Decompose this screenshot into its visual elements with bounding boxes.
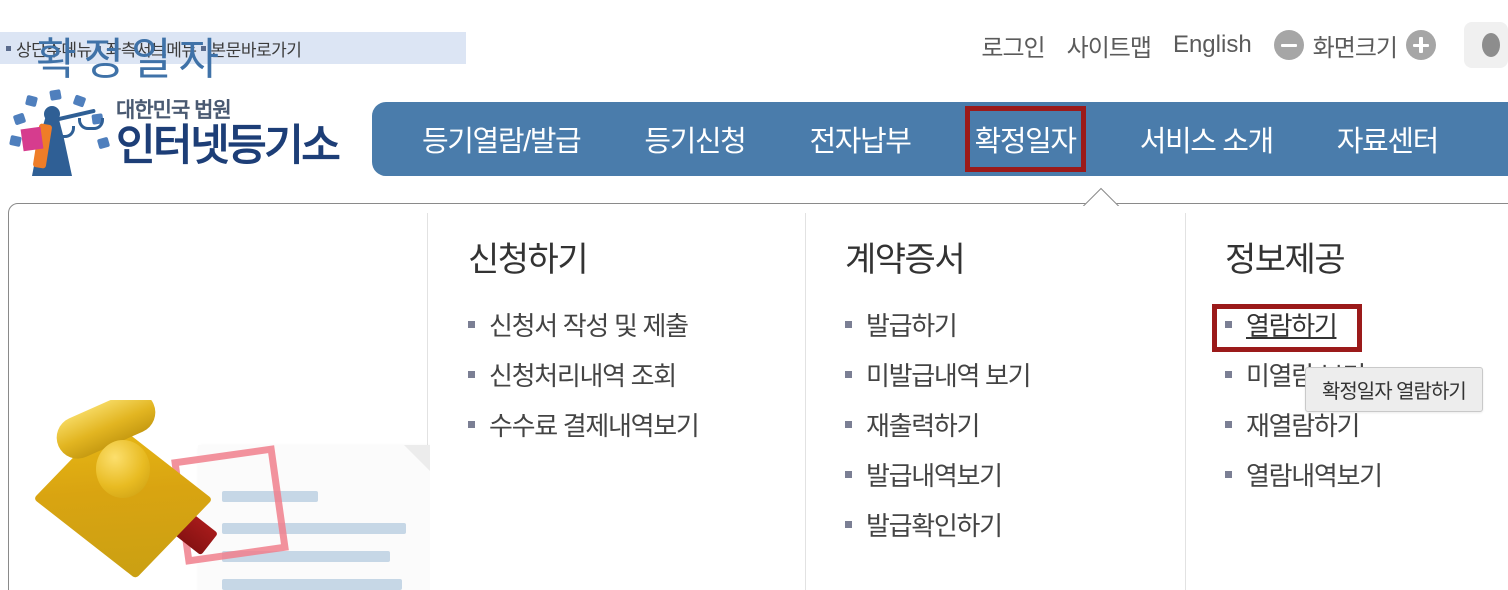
menu-list: 발급하기 미발급내역 보기 재출력하기 발급내역보기 발급확인하기 — [845, 299, 1032, 549]
menu-link-write-submit-application[interactable]: 신청서 작성 및 제출 — [489, 306, 689, 343]
menu-item[interactable]: 미발급내역 보기 — [845, 349, 1032, 399]
nav-item-service-intro[interactable]: 서비스 소개 — [1138, 114, 1275, 164]
bullet-square-icon — [468, 320, 475, 328]
menu-link-reprint[interactable]: 재출력하기 — [866, 406, 980, 443]
menu-link-issue-history[interactable]: 발급내역보기 — [866, 456, 1003, 493]
menu-link-issue[interactable]: 발급하기 — [866, 306, 958, 343]
nav-item-fixed-date[interactable]: 확정일자 — [964, 106, 1086, 172]
bullet-square-icon — [468, 420, 475, 428]
utility-bar: 로그인 사이트맵 English 화면크기 — [981, 22, 1508, 68]
nav-item-data-center[interactable]: 자료센터 — [1335, 114, 1440, 164]
bullet-square-icon — [845, 370, 852, 378]
minus-circle-icon[interactable] — [1273, 30, 1304, 60]
stamp-document-illustration — [30, 400, 430, 590]
sitemap-link[interactable]: 사이트맵 — [1067, 28, 1152, 63]
bullet-square-icon — [1225, 370, 1232, 378]
menu-item[interactable]: 발급하기 — [845, 299, 1030, 349]
login-link[interactable]: 로그인 — [981, 28, 1045, 63]
site-logo[interactable]: 대한민국 법원 인터넷등기소 — [6, 88, 354, 180]
panel-column-application: 신청하기 신청서 작성 및 제출 신청처리내역 조회 수수료 결제내역보기 — [468, 241, 700, 449]
menu-item[interactable]: 열람내역보기 — [1225, 449, 1383, 499]
menu-link-unissued-history[interactable]: 미발급내역 보기 — [866, 356, 1032, 393]
menu-list: 신청서 작성 및 제출 신청처리내역 조회 수수료 결제내역보기 — [468, 299, 700, 449]
menu-link-issue-verification[interactable]: 발급확인하기 — [866, 506, 1003, 543]
menu-link-view-history[interactable]: 열람내역보기 — [1246, 456, 1383, 493]
nav-item-registry-view-issue[interactable]: 등기열람/발급 — [420, 114, 582, 164]
bullet-square-icon — [1225, 420, 1232, 428]
menu-item[interactable]: 신청서 작성 및 제출 — [468, 299, 699, 349]
column-title: 계약증서 — [845, 241, 966, 279]
column-title: 신청하기 — [468, 241, 589, 279]
logo-top-text: 대한민국 법원 — [116, 99, 232, 122]
rubber-stamp-graphic — [33, 400, 230, 588]
nav-item-electronic-payment[interactable]: 전자납부 — [807, 114, 912, 164]
tooltip: 확정일자 열람하기 — [1305, 367, 1483, 412]
panel-heading: 확정일자 — [36, 35, 226, 84]
bullet-square-icon — [845, 520, 852, 528]
menu-item[interactable]: 신청처리내역 조회 — [468, 349, 699, 399]
menu-item[interactable]: 재출력하기 — [845, 399, 1030, 449]
justice-scales-emblem-icon — [6, 88, 114, 180]
screen-size-label: 화면크기 — [1312, 34, 1398, 62]
dropdown-panel-notch-icon — [1078, 186, 1122, 206]
bullet-square-icon — [845, 320, 852, 328]
annotation-box-view-record — [1212, 304, 1362, 352]
menu-link-fee-payment-history[interactable]: 수수료 결제내역보기 — [489, 406, 700, 443]
bullet-square-icon — [845, 470, 852, 478]
plus-circle-icon[interactable] — [1406, 30, 1436, 60]
bullet-square-icon — [845, 420, 852, 428]
bullet-square-icon — [1225, 470, 1232, 478]
bullet-square-icon — [6, 45, 11, 51]
bullet-square-icon — [468, 370, 475, 378]
column-title: 정보제공 — [1225, 241, 1346, 279]
menu-item[interactable]: 발급확인하기 — [845, 499, 1030, 549]
column-divider — [805, 213, 806, 590]
menu-link-application-status[interactable]: 신청처리내역 조회 — [489, 356, 677, 393]
global-navigation-bar: 등기열람/발급 등기신청 전자납부 확정일자 서비스 소개 자료센터 — [372, 102, 1508, 176]
column-divider — [1185, 213, 1186, 590]
menu-item[interactable]: 수수료 결제내역보기 — [468, 399, 700, 449]
edge-partial-button[interactable] — [1464, 22, 1508, 68]
page-root: 상단주메뉴 좌측서브메뉴 본문바로가기 로그인 사이트맵 English 화면크… — [0, 0, 1508, 590]
panel-column-contract-certificate: 계약증서 발급하기 미발급내역 보기 재출력하기 발급내역보기 발급확인하기 — [845, 241, 1032, 549]
nav-item-registry-application[interactable]: 등기신청 — [642, 114, 747, 164]
logo-main-text: 인터넷등기소 — [116, 122, 341, 170]
menu-item[interactable]: 발급내역보기 — [845, 449, 1030, 499]
english-link[interactable]: English — [1173, 31, 1252, 59]
